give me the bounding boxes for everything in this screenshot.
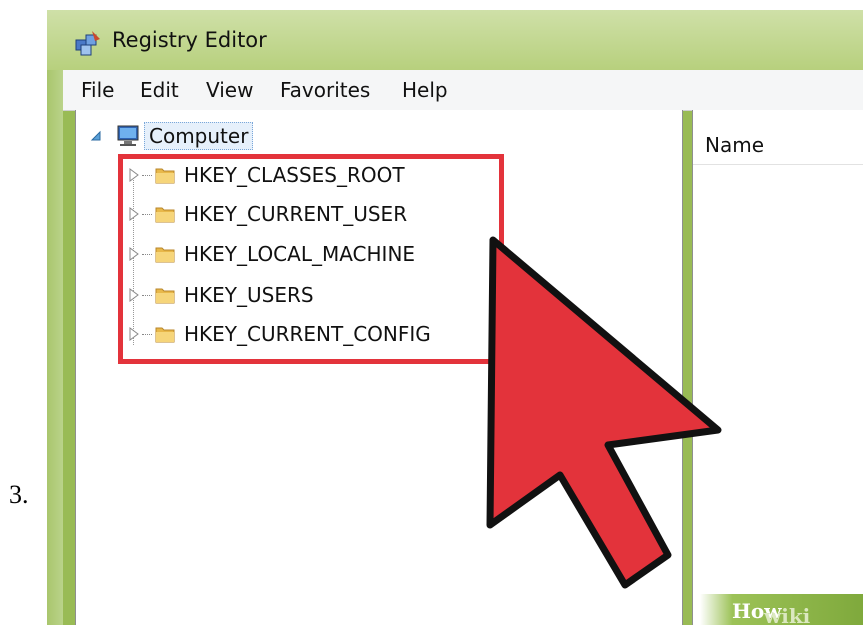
registry-editor-icon: [75, 31, 100, 56]
menu-file[interactable]: File: [81, 78, 114, 102]
window-title: Registry Editor: [112, 28, 267, 52]
column-header-label: Name: [705, 133, 765, 157]
computer-icon: [117, 125, 139, 146]
list-pane[interactable]: Name: [692, 110, 863, 625]
menu-favorites[interactable]: Favorites: [280, 78, 370, 102]
step-number: 3.: [9, 480, 29, 509]
highlight-box: [118, 154, 504, 364]
menu-bar: File Edit View Favorites Help: [63, 70, 863, 111]
menu-help[interactable]: Help: [402, 78, 448, 102]
column-header-name[interactable]: Name: [693, 120, 863, 165]
left-border-strip: [47, 70, 63, 625]
menu-view[interactable]: View: [206, 78, 253, 102]
watermark-prefix: wiki: [764, 604, 811, 628]
wikihow-watermark: wiki How: [700, 594, 863, 628]
watermark-text: wiki How: [732, 599, 810, 628]
expanded-arrow-icon[interactable]: [90, 130, 102, 142]
menu-edit[interactable]: Edit: [140, 78, 179, 102]
tree-node-label: Computer: [144, 122, 254, 150]
tree-node-computer[interactable]: Computer: [90, 118, 254, 154]
